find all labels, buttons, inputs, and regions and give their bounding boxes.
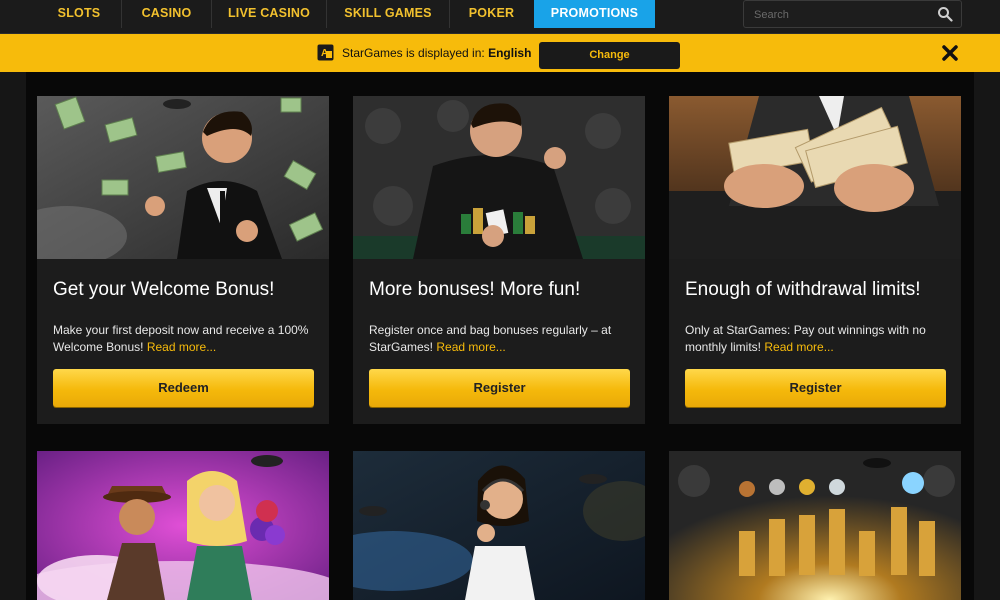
promo-title: Get your Welcome Bonus! [53, 279, 275, 300]
current-language: English [488, 46, 532, 60]
promo-image-loyalty-rewards[interactable] [669, 451, 961, 600]
promo-image-withdrawal-limits[interactable] [669, 96, 961, 259]
nav-promotions[interactable]: PROMOTIONS [534, 0, 655, 28]
promo-title: More bonuses! More fun! [369, 279, 581, 300]
promo-card: Get your Welcome Bonus! Make your first … [37, 96, 329, 424]
promo-card [669, 451, 961, 600]
top-navigation: SLOTS CASINO LIVE CASINO SKILL GAMES POK… [0, 0, 1000, 34]
nav-slots[interactable]: SLOTS [38, 0, 120, 28]
read-more-link[interactable]: Read more... [764, 340, 833, 354]
promo-description: Only at StarGames: Pay out winnings with… [685, 322, 947, 356]
register-button[interactable]: Register [369, 369, 630, 407]
search-input[interactable] [752, 5, 936, 25]
promo-image-support[interactable] [353, 451, 645, 600]
promo-image-welcome-bonus[interactable] [37, 96, 329, 259]
promo-image-more-bonuses[interactable] [353, 96, 645, 259]
translate-icon: A [317, 44, 334, 61]
promo-card: Enough of withdrawal limits! Only at Sta… [669, 96, 961, 424]
language-message: StarGames is displayed in: English [342, 46, 531, 60]
promo-title: Enough of withdrawal limits! [685, 279, 921, 300]
promotions-grid: Get your Welcome Bonus! Make your first … [26, 72, 974, 600]
language-notice-bar: A StarGames is displayed in: English Cha… [0, 34, 1000, 72]
nav-skill-games[interactable]: SKILL GAMES [327, 0, 449, 28]
read-more-link[interactable]: Read more... [147, 340, 216, 354]
promo-description: Register once and bag bonuses regularly … [369, 322, 631, 356]
register-button[interactable]: Register [685, 369, 946, 407]
language-prefix: StarGames is displayed in: [342, 46, 485, 60]
nav-live-casino[interactable]: LIVE CASINO [212, 0, 326, 28]
promo-card: More bonuses! More fun! Register once an… [353, 96, 645, 424]
search-icon[interactable] [937, 6, 953, 22]
read-more-link[interactable]: Read more... [436, 340, 505, 354]
redeem-button[interactable]: Redeem [53, 369, 314, 407]
search-box [743, 0, 962, 28]
promo-image-slot-games[interactable] [37, 451, 329, 600]
close-icon[interactable] [941, 44, 959, 62]
promo-description: Make your first deposit now and receive … [53, 322, 315, 356]
promo-card [37, 451, 329, 600]
change-language-button[interactable]: Change [539, 42, 680, 69]
nav-poker[interactable]: POKER [450, 0, 533, 28]
promo-card [353, 451, 645, 600]
nav-casino[interactable]: CASINO [122, 0, 211, 28]
